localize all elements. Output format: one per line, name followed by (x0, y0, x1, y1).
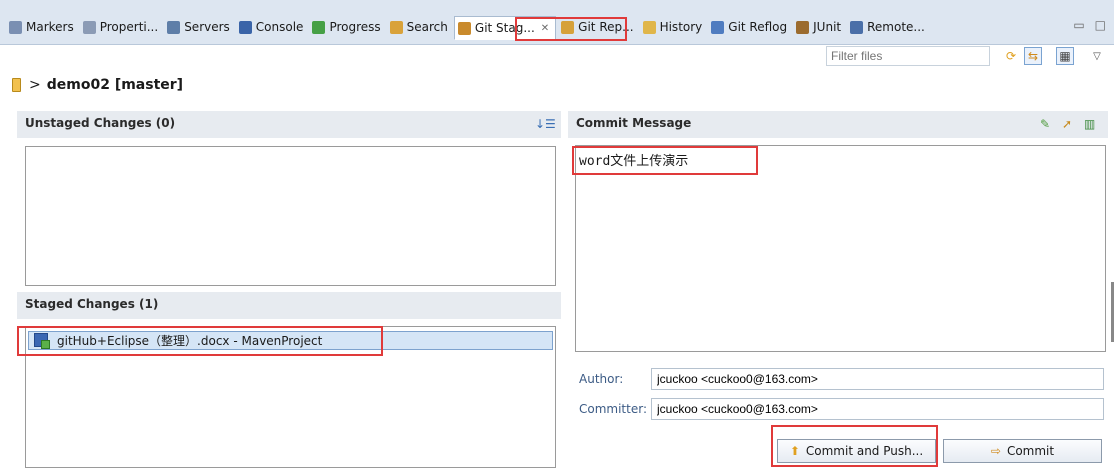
staged-changes-list[interactable]: gitHub+Eclipse（整理）.docx - MavenProject (25, 326, 556, 468)
commit-message-header: Commit Message ✎ ➚ ▥ (568, 111, 1108, 138)
committer-field[interactable] (651, 398, 1104, 420)
filter-files-input[interactable] (826, 46, 990, 66)
tab-git-staging[interactable]: Git Stag... ✕ (453, 16, 557, 40)
tab-label: Properti... (99, 20, 159, 34)
minimize-icon[interactable]: ▭ (1073, 18, 1084, 32)
layout-toggle-icon[interactable]: ▦ (1056, 47, 1074, 65)
sign-off-icon[interactable]: ✎ (1040, 117, 1050, 131)
tab-history[interactable]: History (640, 17, 707, 37)
amend-icon[interactable]: ➚ (1062, 117, 1072, 131)
committer-label: Committer: (579, 402, 647, 416)
tab-label: Console (255, 20, 304, 34)
markers-icon (9, 20, 22, 34)
unstaged-changes-header: Unstaged Changes (0) ↓☰ (17, 111, 561, 138)
unstaged-changes-title: Unstaged Changes (0) (25, 116, 176, 130)
tab-git-repositories[interactable]: Git Rep... (558, 17, 637, 37)
commit-and-push-label: Commit and Push... (805, 444, 924, 458)
author-label: Author: (579, 372, 624, 386)
tab-console[interactable]: Console (236, 17, 308, 37)
tab-junit[interactable]: JUnit (793, 17, 845, 37)
history-icon (642, 20, 656, 34)
git-reflog-icon (711, 20, 725, 34)
tab-search[interactable]: Search (387, 17, 452, 37)
staged-changes-header: Staged Changes (1) (17, 292, 561, 319)
tab-progress[interactable]: Progress (309, 17, 384, 37)
view-menu-icon[interactable]: ▽ (1088, 47, 1106, 65)
tab-label: History (659, 20, 703, 34)
remote-icon (850, 20, 864, 34)
servers-icon (167, 20, 181, 34)
junit-icon (796, 20, 810, 34)
properties-icon (82, 20, 96, 34)
list-item[interactable]: gitHub+Eclipse（整理）.docx - MavenProject (28, 331, 553, 350)
signed-off-by-icon[interactable]: ▥ (1084, 117, 1095, 131)
tab-label: Progress (329, 20, 381, 34)
view-controls: ▭ □ (1073, 18, 1106, 32)
tab-label: Search (406, 20, 448, 34)
repository-name: demo02 [master] (46, 77, 184, 93)
console-icon (238, 20, 252, 34)
git-staging-icon (457, 21, 471, 35)
tab-label: Git Rep... (578, 20, 634, 34)
tab-git-reflog[interactable]: Git Reflog (708, 17, 791, 37)
refresh-icon[interactable]: ⟳ (1002, 47, 1020, 65)
tab-list: Markers Properti... Servers Console Progress… (6, 16, 931, 40)
commit-message-text: word文件上传演示 (579, 154, 689, 169)
tab-remote[interactable]: Remote... (847, 17, 929, 37)
tab-label: Servers (184, 20, 230, 34)
commit-label: Commit (1006, 444, 1055, 458)
tab-label: Git Stag... (474, 21, 535, 35)
tab-label: JUnit (813, 20, 842, 34)
staged-file-label: gitHub+Eclipse（整理）.docx - MavenProject (57, 334, 323, 348)
git-repositories-icon (561, 20, 575, 34)
unstaged-changes-list[interactable] (25, 146, 556, 286)
tab-servers[interactable]: Servers (164, 17, 234, 37)
maximize-icon[interactable]: □ (1095, 18, 1106, 32)
commit-message-title: Commit Message (576, 116, 692, 130)
tab-label: Markers (26, 20, 74, 34)
close-tab-icon[interactable]: ✕ (541, 23, 549, 34)
commit-and-push-button[interactable]: ⬆ Commit and Push... (777, 439, 936, 463)
staged-changes-title: Staged Changes (1) (25, 297, 159, 311)
author-field[interactable] (651, 368, 1104, 390)
view-tab-bar: Markers Properti... Servers Console Progress… (0, 0, 1114, 45)
search-icon (389, 20, 403, 34)
tab-label: Git Reflog (728, 20, 788, 34)
sort-icon[interactable]: ↓☰ (535, 117, 556, 131)
push-icon: ⬆ (789, 444, 800, 458)
commit-button[interactable]: ⇨ Commit (943, 439, 1102, 463)
repository-breadcrumb: > demo02 [master] (12, 77, 183, 93)
word-document-icon (34, 333, 50, 349)
breadcrumb-separator: > (29, 77, 41, 93)
compare-mode-icon[interactable]: ⇆ (1024, 47, 1042, 65)
tab-markers[interactable]: Markers (6, 17, 78, 37)
commit-message-editor[interactable]: word文件上传演示 (575, 145, 1106, 352)
repository-icon (12, 78, 21, 92)
progress-icon (312, 20, 326, 34)
commit-icon: ⇨ (990, 444, 1001, 458)
tab-label: Remote... (867, 20, 925, 34)
tab-properties[interactable]: Properti... (80, 17, 162, 37)
